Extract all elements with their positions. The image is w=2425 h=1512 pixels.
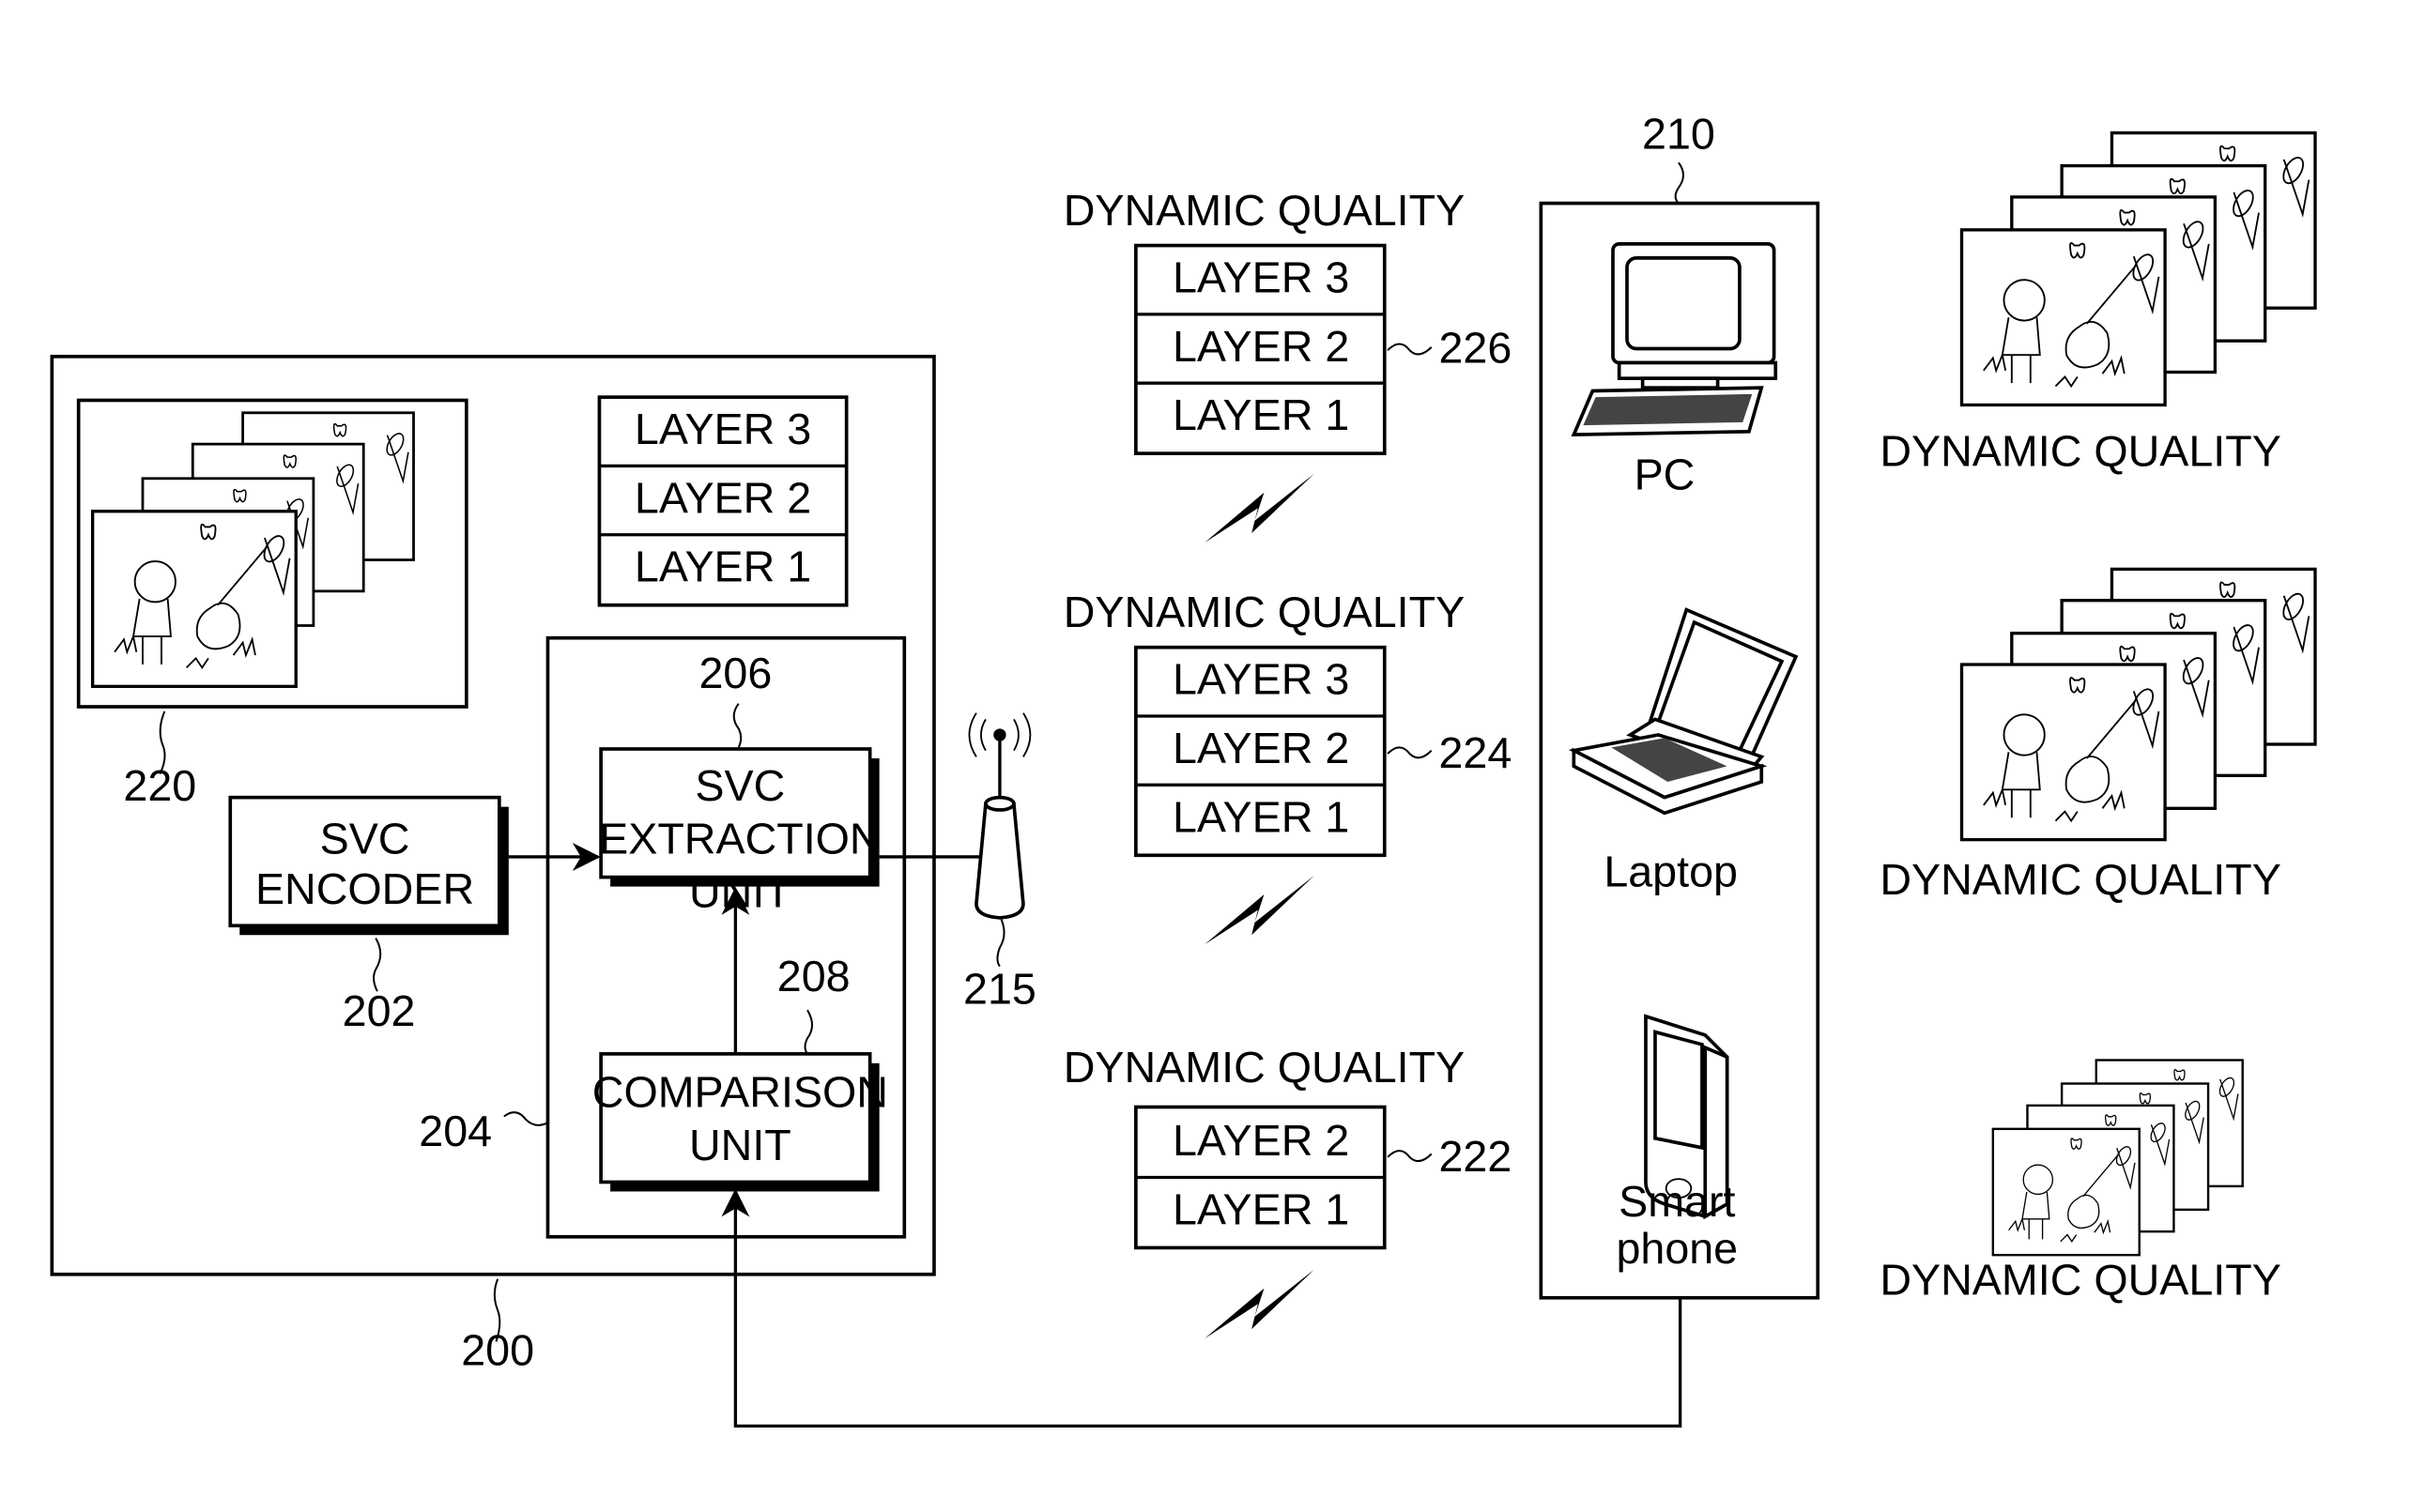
output-caption: DYNAMIC QUALITY xyxy=(1880,1255,2280,1304)
extraction-label-line3: UNIT xyxy=(689,867,791,916)
output-frames-pc: DYNAMIC QUALITY xyxy=(1880,130,2317,475)
device-label-smartphone-line2: phone xyxy=(1616,1224,1738,1273)
stream-layer: LAYER 1 xyxy=(1173,1184,1349,1233)
wireless-signal-icon xyxy=(1205,1269,1314,1339)
devices-210: 210 PC Laptop Smart phone xyxy=(1539,109,1820,1300)
stream-layer: LAYER 3 xyxy=(1173,253,1349,302)
wireless-signal-icon xyxy=(1205,473,1314,543)
comparison-label-line2: UNIT xyxy=(689,1121,791,1169)
comparison-label-line1: COMPARISON xyxy=(592,1068,888,1117)
output-frames-smartphone: DYNAMIC QUALITY xyxy=(1880,1059,2281,1304)
ref-220: 220 xyxy=(123,761,196,810)
stream-222: DYNAMIC QUALITY LAYER 2 LAYER 1 222 xyxy=(1064,1043,1512,1339)
stream-layer: LAYER 2 xyxy=(1173,322,1349,371)
video-frame-image-icon xyxy=(1959,228,2167,407)
ref-215: 215 xyxy=(963,965,1036,1014)
encoded-layer-2: LAYER 2 xyxy=(635,473,811,522)
stream-title: DYNAMIC QUALITY xyxy=(1064,186,1465,235)
extraction-label-line2: EXTRACTION xyxy=(599,815,882,863)
encoder-label-line2: ENCODER xyxy=(255,864,474,913)
encoded-layer-1: LAYER 1 xyxy=(635,542,811,591)
video-frame-image-icon xyxy=(1959,663,2167,842)
video-frame-image-icon xyxy=(90,510,298,689)
stream-layer: LAYER 1 xyxy=(1173,792,1349,841)
stream-224: DYNAMIC QUALITY LAYER 3 LAYER 2 LAYER 1 … xyxy=(1064,588,1512,945)
ref-222: 222 xyxy=(1438,1132,1512,1181)
device-label-smartphone-line1: Smart xyxy=(1619,1177,1735,1226)
wireless-signal-icon xyxy=(1205,875,1314,945)
ref-208: 208 xyxy=(777,952,851,1000)
stream-title: DYNAMIC QUALITY xyxy=(1064,1043,1465,1092)
extraction-label-line1: SVC xyxy=(695,761,785,810)
output-caption: DYNAMIC QUALITY xyxy=(1880,426,2280,475)
device-label-pc: PC xyxy=(1635,450,1696,498)
stream-layer: LAYER 1 xyxy=(1173,390,1349,439)
ref-202: 202 xyxy=(343,986,416,1035)
stream-layer: LAYER 2 xyxy=(1173,724,1349,772)
antenna-icon xyxy=(968,712,1032,920)
stream-layer: LAYER 2 xyxy=(1173,1116,1349,1165)
svc-system-diagram: 200 220 LAYER 3 LAYER 2 LAYER 1 SVC ENCO… xyxy=(50,109,2317,1428)
stream-title: DYNAMIC QUALITY xyxy=(1064,588,1465,636)
device-label-laptop: Laptop xyxy=(1604,848,1738,896)
stream-226: DYNAMIC QUALITY LAYER 3 LAYER 2 LAYER 1 … xyxy=(1064,186,1512,543)
encoded-layer-stack: LAYER 3 LAYER 2 LAYER 1 xyxy=(597,395,849,607)
ref-226: 226 xyxy=(1438,324,1512,373)
ref-224: 224 xyxy=(1438,728,1512,777)
ref-206: 206 xyxy=(698,649,772,697)
ref-200: 200 xyxy=(461,1325,534,1374)
ref-210: 210 xyxy=(1642,109,1715,158)
video-frame-image-icon xyxy=(1991,1127,2141,1257)
encoded-layer-3: LAYER 3 xyxy=(635,405,811,453)
ref-204: 204 xyxy=(419,1107,492,1155)
encoder-label-line1: SVC xyxy=(320,815,410,863)
output-frames-laptop: DYNAMIC QUALITY xyxy=(1880,567,2317,904)
output-caption: DYNAMIC QUALITY xyxy=(1880,855,2280,904)
antenna-215: 215 xyxy=(963,712,1036,1014)
stream-layer: LAYER 3 xyxy=(1173,655,1349,704)
